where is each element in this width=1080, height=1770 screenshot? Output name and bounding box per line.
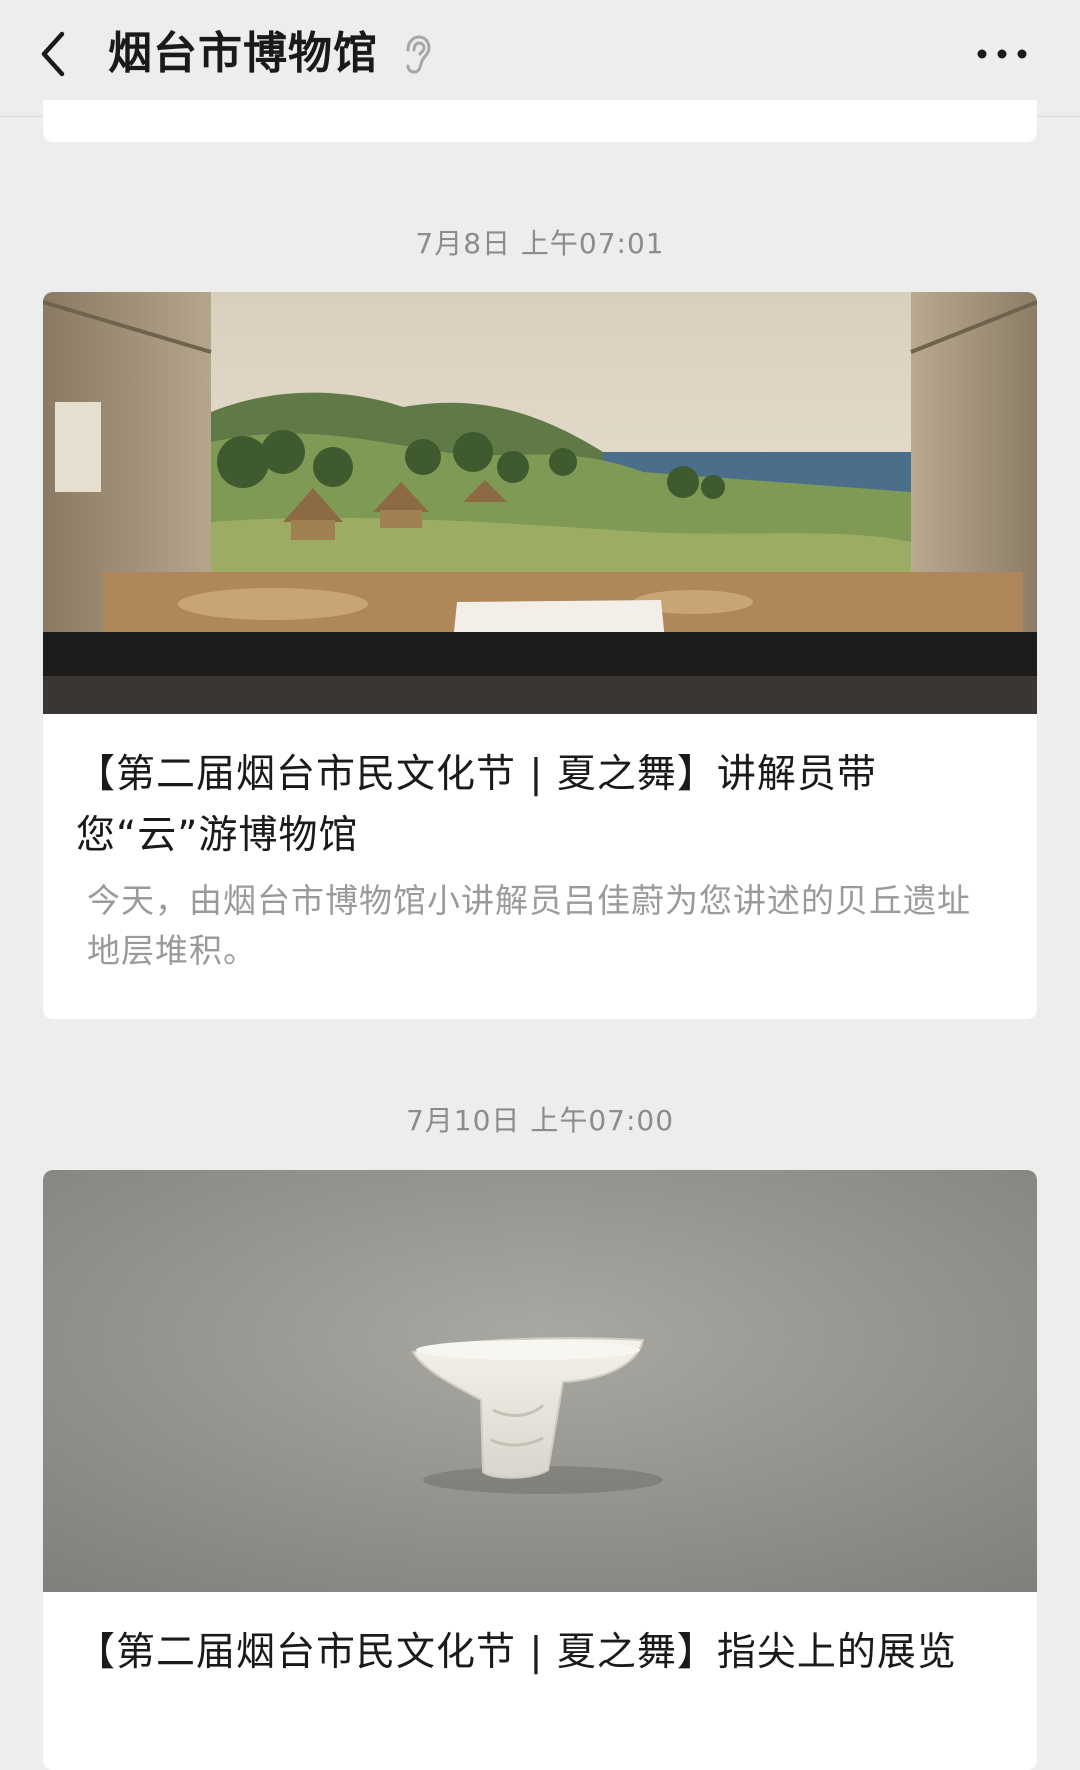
article-card[interactable]: 【第二届烟台市民文化节 | 夏之舞】讲解员带您“云”游博物馆 今天，由烟台市博物… — [43, 292, 1037, 1019]
page-title: 烟台市博物馆 — [108, 28, 378, 79]
article-card[interactable]: 【第二届烟台市民文化节 | 夏之舞】指尖上的展览 — [43, 1170, 1037, 1770]
article-title: 【第二届烟台市民文化节 | 夏之舞】讲解员带您“云”游博物馆 — [76, 752, 877, 858]
article-cover-image — [43, 292, 1037, 714]
chevron-left-icon[interactable] — [36, 24, 76, 84]
article-description: 今天，由烟台市博物馆小讲解员吕佳蔚为您讲述的贝丘遗址地层堆积。 — [87, 881, 971, 970]
message-timestamp: 7月10日 上午07:00 — [405, 1104, 675, 1137]
previous-article-card[interactable] — [43, 100, 1037, 142]
message-timestamp: 7月8日 上午07:01 — [415, 227, 665, 260]
article-cover-image — [43, 1170, 1037, 1592]
article-title: 【第二届烟台市民文化节 | 夏之舞】指尖上的展览 — [76, 1630, 957, 1675]
more-dots-icon[interactable] — [976, 48, 1028, 60]
ear-icon[interactable] — [402, 34, 432, 76]
